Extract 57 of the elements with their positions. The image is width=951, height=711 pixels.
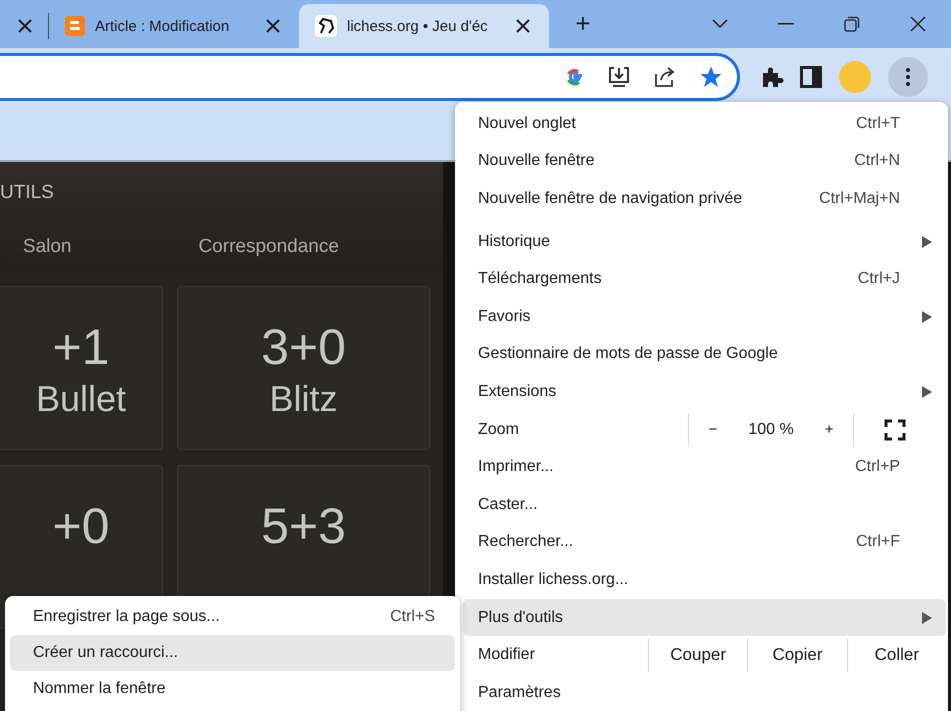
address-bar[interactable] [0,52,740,100]
g-logo-icon[interactable] [565,66,585,86]
new-tab-button[interactable]: + [563,3,603,43]
menu-icon [906,68,910,86]
menu-item[interactable]: Gestionnaire de mots de passe de Google [463,336,946,374]
tab-title: Article : Modification [95,18,230,34]
time-control-tile[interactable]: +1 Bullet [0,286,163,450]
menu-item[interactable]: Rechercher... Ctrl+F [463,524,946,562]
star-icon[interactable] [699,64,723,88]
minimize-icon [778,23,794,25]
section-title: UTILS [0,181,55,205]
menu-item[interactable]: Imprimer... Ctrl+P [463,448,946,486]
menu-item[interactable]: Nouvelle fenêtre de navigation privée Ctrl+Maj+N [463,180,946,218]
side-panel-icon[interactable] [800,66,822,88]
share-icon[interactable] [653,66,677,88]
submenu-arrow-icon [922,310,932,323]
close-icon [910,16,926,32]
menu-item[interactable]: Créer un raccourci... [10,635,455,671]
submenu-arrow-icon [922,386,932,398]
time-control-tile[interactable]: 3+0 Blitz [177,286,430,450]
close-icon [18,19,32,33]
menu-item[interactable]: Nouvelle fenêtre Ctrl+N [463,142,946,180]
zoom-out-button[interactable]: − [700,417,726,442]
menu-item[interactable]: Installer lichess.org... [463,561,946,599]
menu-item[interactable]: Téléchargements Ctrl+J [463,260,946,298]
edit-button[interactable]: Copier [748,636,847,674]
menu-item[interactable]: Paramètres [463,674,946,711]
chevron-down-icon [712,19,728,29]
close-icon [266,19,280,33]
menu-label: Modifier [477,646,536,664]
install-icon[interactable] [607,66,631,88]
edit-button[interactable]: Couper [649,636,748,674]
page-tab[interactable]: Salon [0,236,94,258]
submenu-arrow-icon [922,236,932,248]
menu-button[interactable] [888,56,928,96]
edit-button[interactable]: Coller [848,636,946,674]
blog-logo-icon [65,16,85,36]
menu-item[interactable]: Extensions [463,373,946,411]
puzzle-icon[interactable] [760,64,784,88]
fullscreen-icon [884,418,906,441]
page-tab[interactable]: Correspondance [94,236,443,258]
menu-item[interactable]: Plus d'outils [463,598,946,636]
zoom-in-button[interactable]: + [816,417,842,442]
zoom-value: 100 % [748,420,794,439]
submenu-arrow-icon [922,612,932,624]
menu-item[interactable]: Caster... [463,486,946,524]
menu-item[interactable]: Nouvel onglet Ctrl+T [463,105,946,143]
restore-icon [844,16,860,32]
menu-item[interactable]: Nommer la fenêtre [10,671,455,707]
knight-logo-icon [315,15,337,37]
menu-label: Zoom [477,420,520,439]
browser-tab[interactable]: lichess.org • Jeu d'éc [299,4,549,48]
close-icon [516,19,530,33]
browser-tab[interactable]: Article : Modification [49,4,299,48]
menu-item[interactable]: Historique [463,222,946,260]
menu-item[interactable]: Favoris [463,298,946,336]
tab-title: lichess.org • Jeu d'éc [347,18,489,34]
